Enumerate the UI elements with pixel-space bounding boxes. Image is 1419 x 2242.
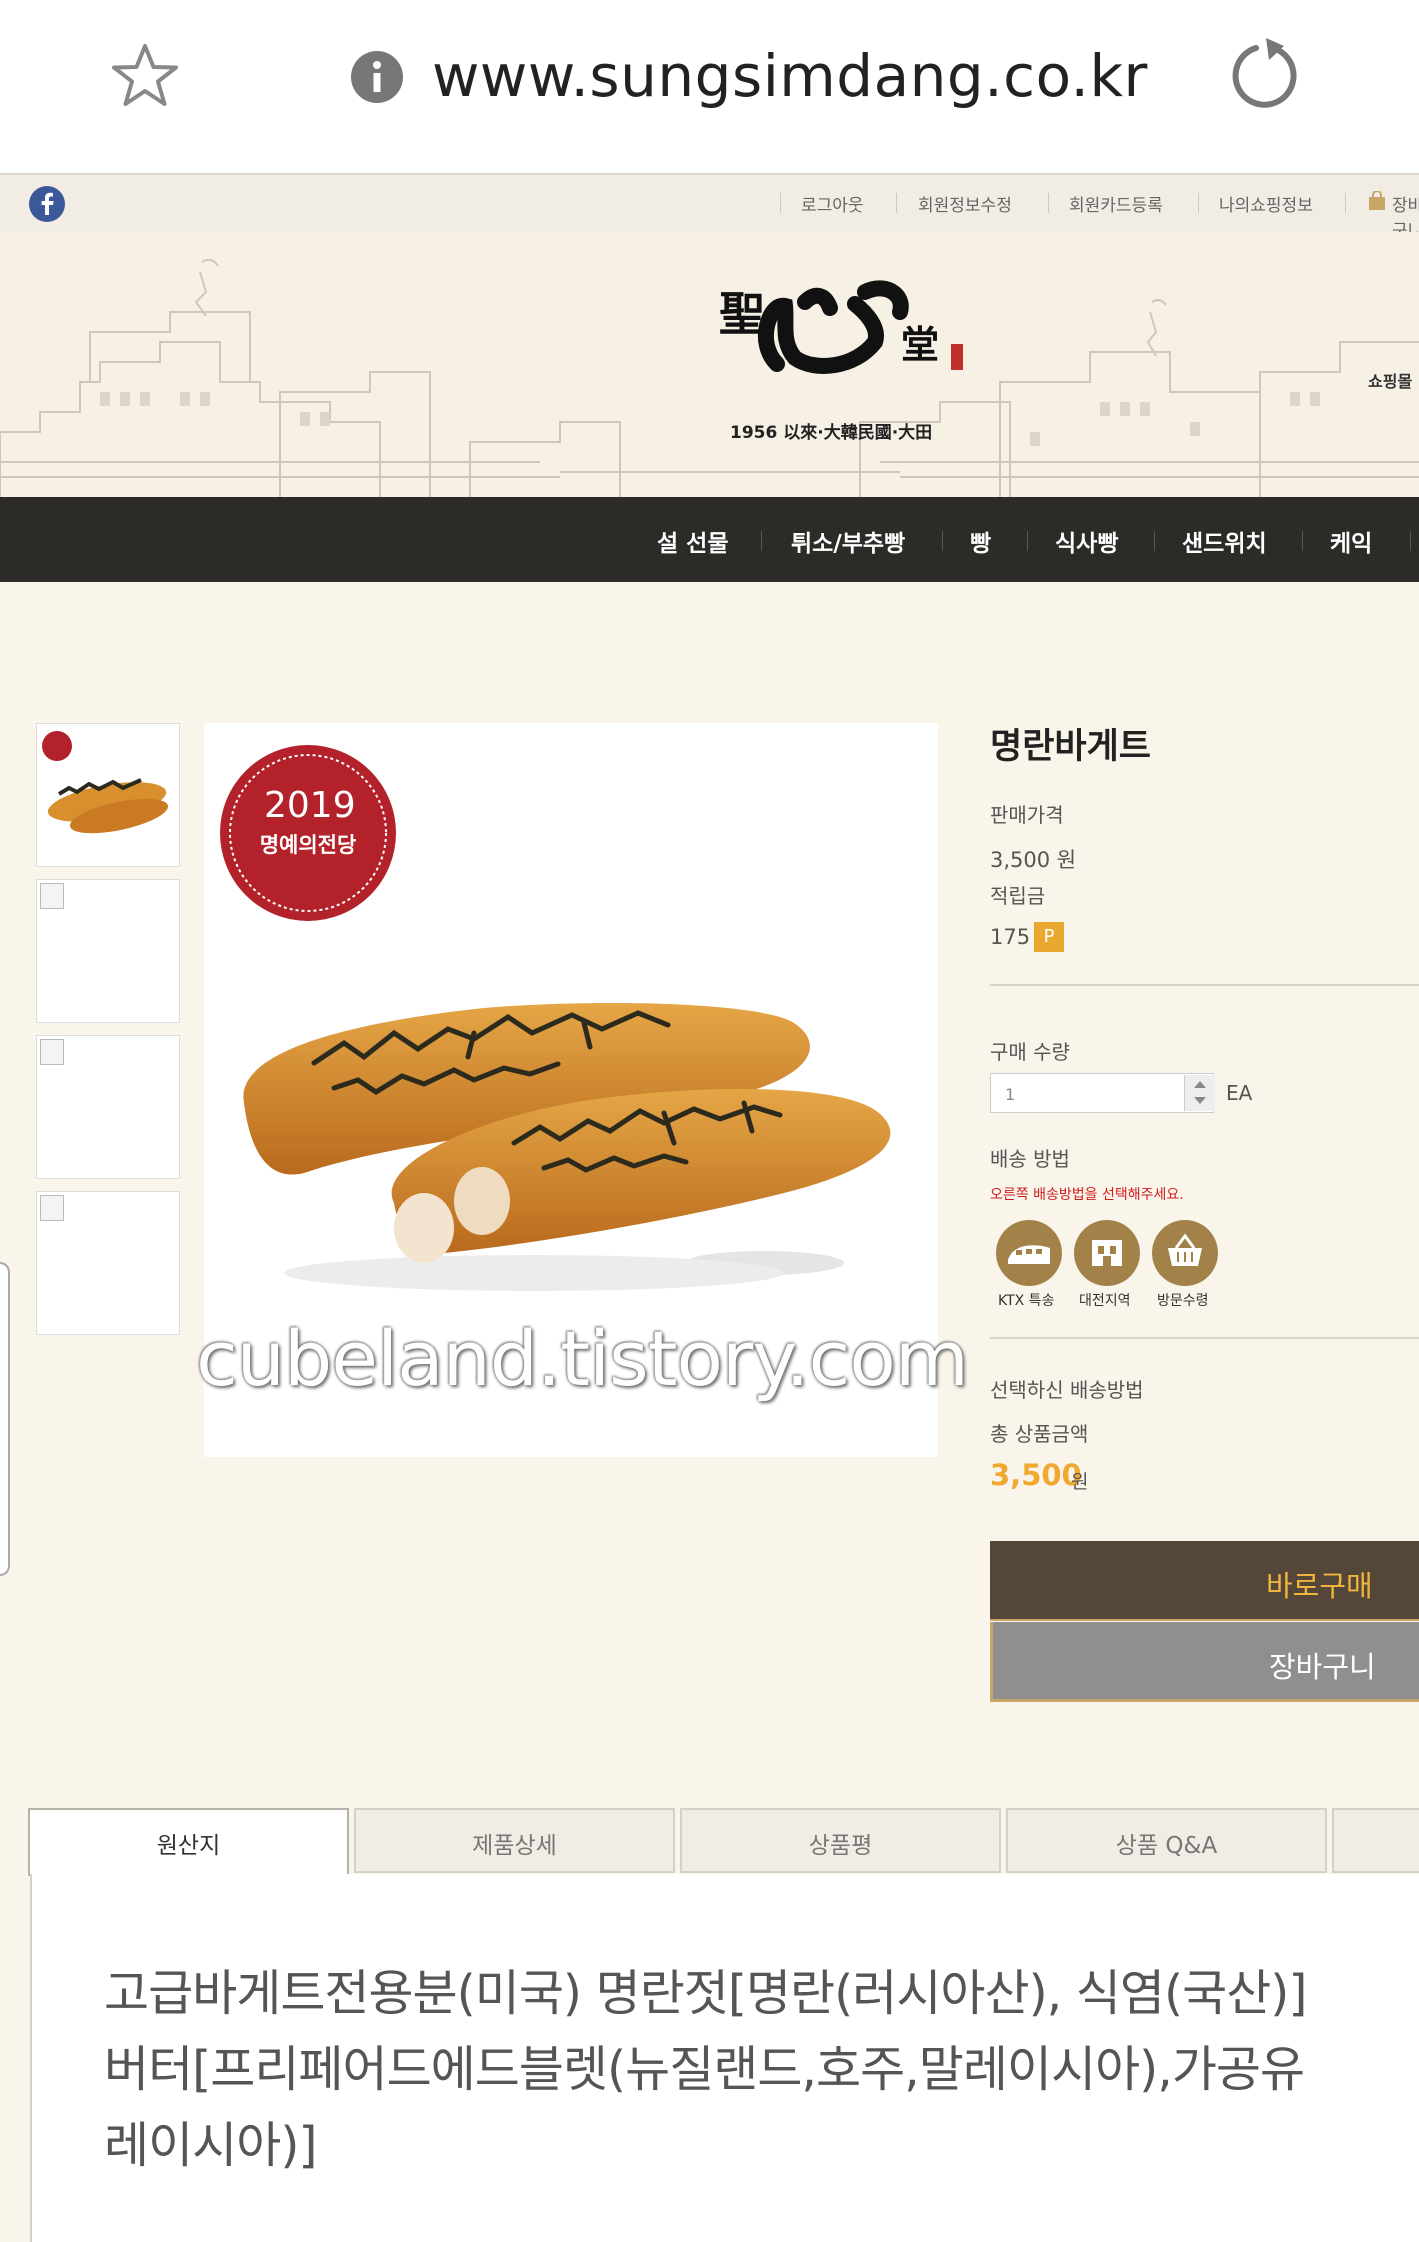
- tab-more[interactable]: [1332, 1808, 1419, 1873]
- nav-item-bread[interactable]: 빵: [970, 524, 991, 558]
- logout-link[interactable]: 로그아웃: [801, 191, 864, 216]
- utility-bar: 로그아웃 회원정보수정 회원카드등록 나의쇼핑정보 장바구니: [0, 173, 1419, 241]
- quantity-stepper[interactable]: [1184, 1075, 1215, 1111]
- down-arrow-icon[interactable]: [1194, 1097, 1206, 1104]
- total-value: 3,500: [990, 1458, 1082, 1492]
- selected-shipping-label: 선택하신 배송방법: [990, 1378, 1144, 1402]
- points-label: 적립금: [990, 884, 1046, 908]
- star-icon[interactable]: [108, 40, 182, 114]
- logo: 聖 堂: [719, 280, 963, 374]
- nav-item-meal-bread[interactable]: 식사빵: [1055, 524, 1118, 558]
- baguette-image: [243, 1003, 891, 1291]
- member-card-link[interactable]: 회원카드등록: [1069, 191, 1163, 216]
- up-arrow-icon[interactable]: [1194, 1081, 1206, 1088]
- facebook-icon[interactable]: [28, 185, 66, 223]
- add-to-cart-button[interactable]: 장바구니: [990, 1622, 1419, 1702]
- edit-member-link[interactable]: 회원정보수정: [918, 191, 1012, 216]
- svg-text:堂: 堂: [901, 322, 939, 367]
- skyline-illustration: [0, 258, 1419, 497]
- shopping-mall-link[interactable]: 쇼핑몰: [1368, 368, 1412, 392]
- my-shopping-link[interactable]: 나의쇼핑정보: [1219, 191, 1313, 216]
- price-value: 3,500 원: [990, 848, 1077, 872]
- points-badge: P: [1034, 922, 1064, 952]
- origin-text-line-2: 버터[프리페어드에드블렛(뉴질랜드,호주,말레이시아),가공유: [104, 2041, 1305, 2098]
- broken-image-icon: [40, 1195, 64, 1221]
- broken-image-icon: [40, 883, 64, 909]
- baguette-thumbnail-image: [42, 731, 168, 834]
- award-year: 2019: [264, 785, 356, 826]
- ktx-label: KTX 특송: [998, 1293, 1055, 1309]
- tab-qna[interactable]: 상품 Q&A: [1006, 1808, 1327, 1873]
- thumbnail-3[interactable]: [36, 1035, 180, 1179]
- pickup-label: 방문수령: [1157, 1293, 1209, 1309]
- side-panel-handle[interactable]: [0, 1262, 10, 1576]
- quantity-unit: EA: [1226, 1081, 1253, 1105]
- reload-icon[interactable]: [1226, 36, 1304, 114]
- daejeon-label: 대전지역: [1079, 1293, 1131, 1309]
- nav-item-sandwich[interactable]: 샌드위치: [1182, 524, 1267, 558]
- tab-product-detail[interactable]: 제품상세: [354, 1808, 675, 1873]
- logo-tagline: 1956 以來·大韓民國·大田: [730, 423, 933, 443]
- nav-item-new-year-gift[interactable]: 설 선물: [657, 524, 729, 558]
- train-icon: [1008, 1245, 1050, 1264]
- buy-now-button[interactable]: 바로구매: [990, 1541, 1419, 1621]
- divider: [990, 984, 1419, 986]
- daejeon-shipping-option[interactable]: [1074, 1220, 1140, 1286]
- nav-item-cake[interactable]: 케익: [1330, 524, 1372, 558]
- thumbnail-4[interactable]: [36, 1191, 180, 1335]
- browser-bar: www.sungsimdang.co.kr: [0, 0, 1419, 173]
- total-label: 총 상품금액: [990, 1422, 1089, 1446]
- tab-reviews[interactable]: 상품평: [680, 1808, 1001, 1873]
- thumbnail-2[interactable]: [36, 879, 180, 1023]
- points-value: 175: [990, 925, 1031, 949]
- quantity-label: 구매 수량: [990, 1040, 1070, 1064]
- main-nav: 설 선물 튀소/부추빵 빵 식사빵 샌드위치 케익: [0, 497, 1419, 582]
- origin-text-line-3: 레이시아)]: [104, 2117, 318, 2174]
- origin-text-line-1: 고급바게트전용분(미국) 명란젓[명란(러시아산), 식염(국산)]: [104, 1965, 1308, 2022]
- bag-icon: [1369, 191, 1385, 210]
- award-text: 명예의전당: [259, 833, 357, 857]
- price-label: 판매가격: [990, 803, 1064, 827]
- ktx-shipping-option[interactable]: [996, 1220, 1062, 1286]
- building-icon: [1092, 1240, 1122, 1266]
- tab-origin[interactable]: 원산지: [28, 1808, 349, 1876]
- shipping-hint: 오른쪽 배송방법을 선택해주세요.: [990, 1187, 1184, 1203]
- site-header: 聖 堂 1956 以來·大韓民國·大田 쇼핑몰: [0, 232, 1419, 497]
- broken-image-icon: [40, 1039, 64, 1065]
- divider: [990, 1337, 1419, 1339]
- basket-icon: [1168, 1233, 1202, 1266]
- product-title: 명란바게트: [990, 727, 1152, 767]
- pickup-shipping-option[interactable]: [1152, 1220, 1218, 1286]
- thumbnail-1[interactable]: [36, 723, 180, 867]
- shipping-label: 배송 방법: [990, 1147, 1070, 1171]
- quantity-input[interactable]: 1: [990, 1073, 1214, 1113]
- nav-item-tuiso[interactable]: 튀소/부추빵: [791, 524, 905, 558]
- url-text[interactable]: www.sungsimdang.co.kr: [432, 42, 1148, 110]
- info-icon[interactable]: [350, 50, 404, 104]
- watermark-text: cubeland.tistory.com: [196, 1314, 969, 1403]
- total-unit: 원: [1071, 1471, 1089, 1493]
